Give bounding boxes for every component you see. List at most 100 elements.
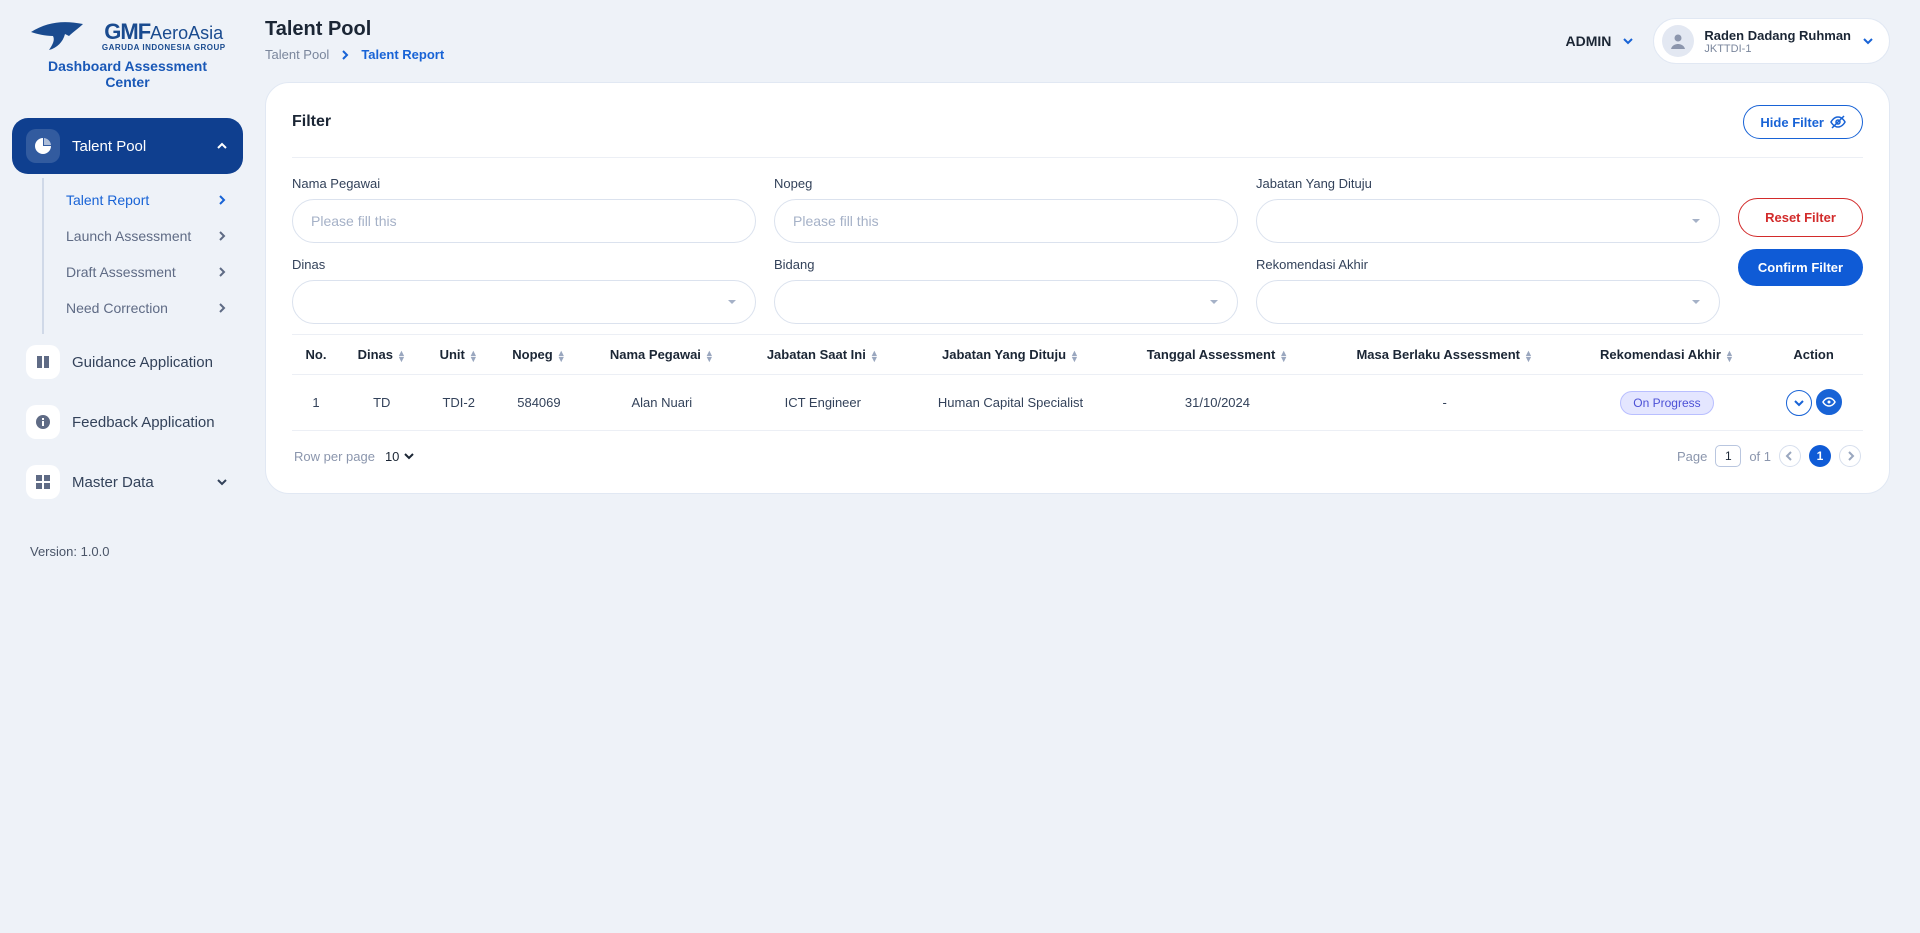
breadcrumb-current: Talent Report [361,47,444,62]
nav-item-master-data[interactable]: Master Data [12,454,243,510]
cell-rekomendasi: On Progress [1570,375,1765,431]
cell-no: 1 [292,375,340,431]
sub-item-label: Draft Assessment [66,264,176,280]
page-prev-button[interactable] [1779,445,1801,467]
column-header[interactable]: Dinas▲▼ [340,335,424,375]
field-label: Bidang [774,257,1238,272]
column-header[interactable]: No. [292,335,340,375]
field-nopeg: Nopeg [774,176,1238,243]
field-label: Rekomendasi Akhir [1256,257,1720,272]
cell-masa-berlaku: - [1320,375,1570,431]
table-wrapper: No.Dinas▲▼Unit▲▼Nopeg▲▼Nama Pegawai▲▼Jab… [292,334,1863,431]
sub-item-label: Need Correction [66,300,168,316]
jabatan-dituju-select[interactable] [1256,199,1720,243]
version-label: Version: 1.0.0 [0,524,255,579]
column-header[interactable]: Nama Pegawai▲▼ [584,335,740,375]
book-icon [26,345,60,379]
app-title: Dashboard Assessment Center [25,58,230,90]
nav-item-guidance[interactable]: Guidance Application [12,334,243,390]
user-code: JKTTDI-1 [1704,43,1851,55]
page-of-label: of 1 [1749,449,1771,464]
cell-action [1764,375,1863,431]
expand-row-button[interactable] [1786,390,1812,416]
caret-down-icon [1691,297,1701,307]
sub-item-label: Talent Report [66,192,149,208]
hide-filter-button[interactable]: Hide Filter [1743,105,1863,139]
role-dropdown[interactable]: ADMIN [1565,33,1635,49]
sub-item-draft-assessment[interactable]: Draft Assessment [44,254,243,290]
sub-item-need-correction[interactable]: Need Correction [44,290,243,326]
sub-nav: Talent Report Launch Assessment Draft As… [42,178,243,334]
brand-name-main: GMF [104,19,150,44]
field-jabatan-dituju: Jabatan Yang Dituju [1256,176,1720,243]
column-header[interactable]: Masa Berlaku Assessment▲▼ [1320,335,1570,375]
nav-item-talent-pool[interactable]: Talent Pool [12,118,243,174]
user-name: Raden Dadang Ruhman [1704,28,1851,43]
field-label: Jabatan Yang Dituju [1256,176,1720,191]
main-nav: Talent Pool Talent Report Launch Assessm… [0,118,255,514]
page-current-badge[interactable]: 1 [1809,445,1831,467]
eye-off-icon [1830,114,1846,130]
field-label: Nopeg [774,176,1238,191]
column-header[interactable]: Action [1764,335,1863,375]
main-content: Talent Pool Talent Pool Talent Report AD… [255,0,1920,933]
rekomendasi-akhir-select[interactable] [1256,280,1720,324]
arrow-right-icon [215,193,229,207]
field-rekomendasi-akhir: Rekomendasi Akhir [1256,257,1720,324]
content-card: Filter Hide Filter Nama Pegawai Nope [265,82,1890,494]
cell-nama: Alan Nuari [584,375,740,431]
page-next-button[interactable] [1839,445,1861,467]
arrow-right-icon [215,265,229,279]
column-header[interactable]: Unit▲▼ [424,335,494,375]
page-title: Talent Pool [265,18,444,41]
sidebar: GMFAeroAsia GARUDA INDONESIA GROUP Dashb… [0,0,255,933]
nav-label: Guidance Application [72,354,213,371]
nav-item-feedback[interactable]: Feedback Application [12,394,243,450]
cell-dinas: TD [340,375,424,431]
topbar: Talent Pool Talent Pool Talent Report AD… [265,18,1890,64]
nav-label: Talent Pool [72,138,146,155]
breadcrumb-item[interactable]: Talent Pool [265,47,329,62]
cell-jabatan-saat-ini: ICT Engineer [740,375,906,431]
table-row: 1TDTDI-2584069Alan NuariICT EngineerHuma… [292,375,1863,431]
field-bidang: Bidang [774,257,1238,324]
grid-icon [26,465,60,499]
view-row-button[interactable] [1816,389,1842,415]
page-input[interactable]: 1 [1715,445,1741,467]
caret-down-icon [1209,297,1219,307]
sub-item-label: Launch Assessment [66,228,191,244]
nopeg-input[interactable] [774,199,1238,243]
divider [292,157,1863,158]
page-label: Page [1677,449,1707,464]
column-header[interactable]: Jabatan Yang Dituju▲▼ [906,335,1115,375]
sub-item-launch-assessment[interactable]: Launch Assessment [44,218,243,254]
hide-filter-label: Hide Filter [1760,115,1824,130]
column-header[interactable]: Tanggal Assessment▲▼ [1115,335,1320,375]
nav-label: Master Data [72,474,154,491]
dinas-select[interactable] [292,280,756,324]
caret-down-icon [1691,216,1701,226]
sub-item-talent-report[interactable]: Talent Report [44,182,243,218]
reset-filter-button[interactable]: Reset Filter [1738,198,1863,237]
status-badge: On Progress [1620,391,1713,415]
user-menu[interactable]: Raden Dadang Ruhman JKTTDI-1 [1653,18,1890,64]
nama-pegawai-input[interactable] [292,199,756,243]
role-label: ADMIN [1565,33,1611,49]
chevron-down-icon [1621,34,1635,48]
row-per-page-label: Row per page [294,449,375,464]
column-header[interactable]: Rekomendasi Akhir▲▼ [1570,335,1765,375]
row-per-page-value: 10 [385,449,399,464]
confirm-filter-button[interactable]: Confirm Filter [1738,249,1863,286]
pie-icon [26,129,60,163]
row-per-page-select[interactable]: 10 [385,449,415,464]
column-header[interactable]: Nopeg▲▼ [494,335,584,375]
cell-tanggal: 31/10/2024 [1115,375,1320,431]
bird-icon [29,18,89,52]
cell-unit: TDI-2 [424,375,494,431]
arrow-right-icon [215,229,229,243]
brand-tagline: GARUDA INDONESIA GROUP [102,43,226,52]
bidang-select[interactable] [774,280,1238,324]
data-table: No.Dinas▲▼Unit▲▼Nopeg▲▼Nama Pegawai▲▼Jab… [292,334,1863,431]
column-header[interactable]: Jabatan Saat Ini▲▼ [740,335,906,375]
field-dinas: Dinas [292,257,756,324]
